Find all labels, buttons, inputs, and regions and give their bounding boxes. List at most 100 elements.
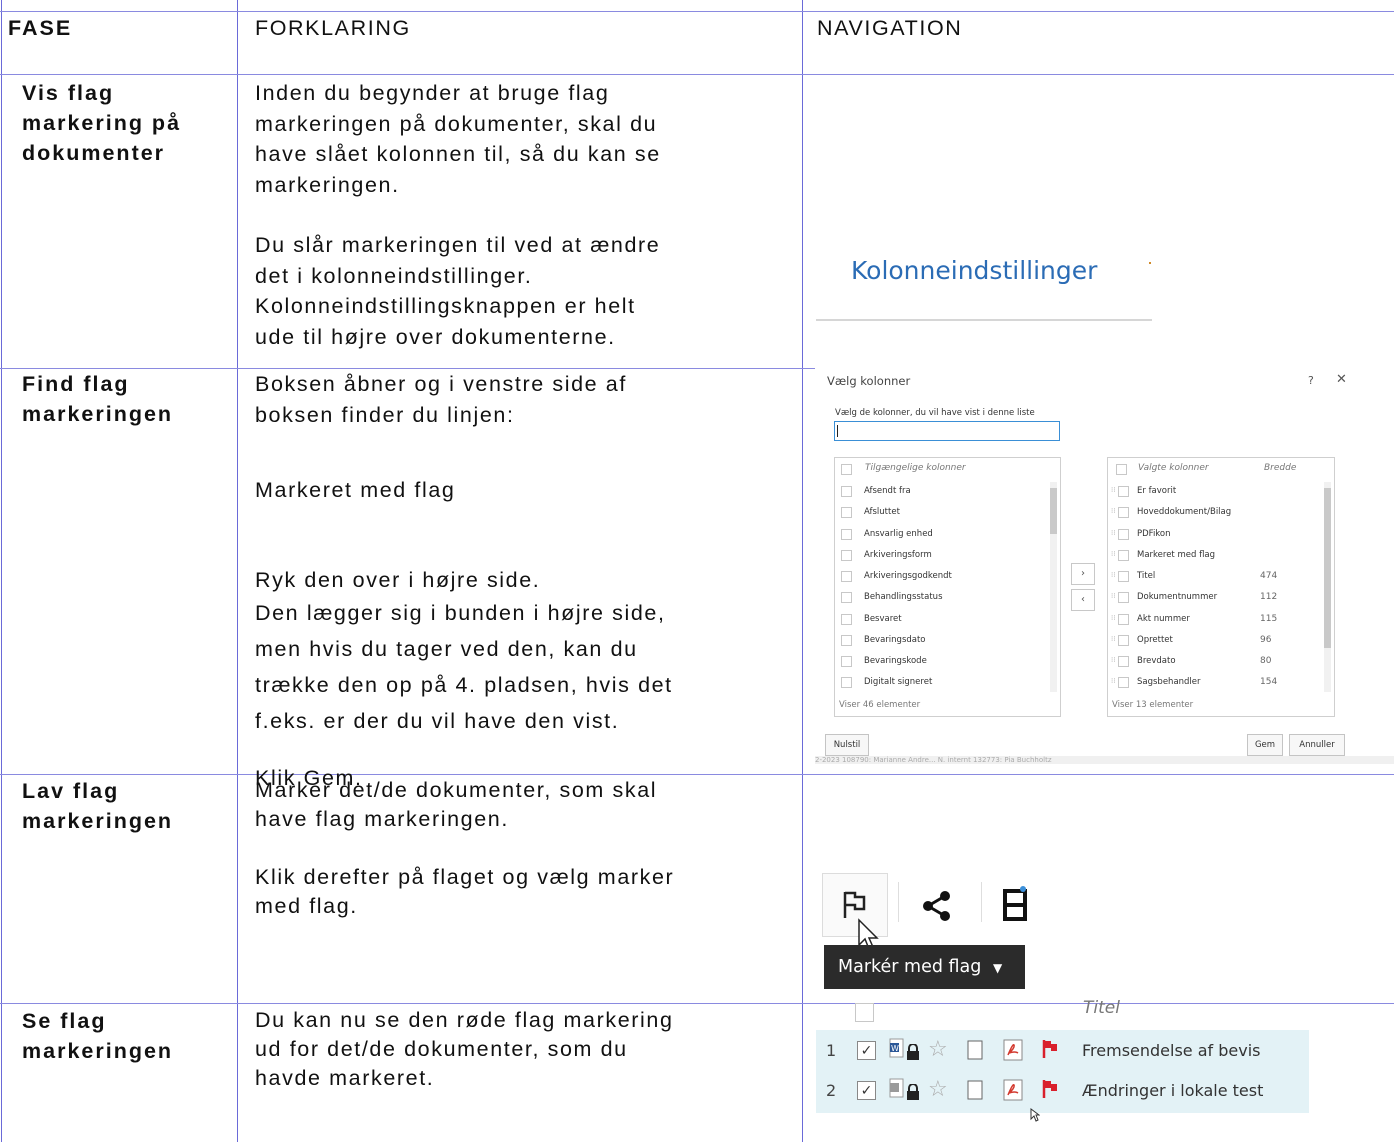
cancel-button[interactable]: Annuller — [1289, 734, 1345, 756]
selected-item[interactable]: Oprettet — [1137, 635, 1173, 645]
selected-item[interactable]: PDFikon — [1137, 529, 1171, 539]
selected-scrollbar[interactable] — [1324, 482, 1331, 692]
drag-handle-icon[interactable]: ⁞⁞ — [1111, 677, 1115, 685]
help-icon[interactable]: ? — [1308, 374, 1314, 387]
selected-item[interactable]: Er favorit — [1137, 486, 1176, 496]
main-document-icon — [967, 1080, 983, 1100]
available-checkbox[interactable] — [841, 635, 852, 646]
available-item[interactable]: Digitalt signeret — [864, 677, 932, 687]
list-row-checkbox[interactable]: ✓ — [857, 1081, 876, 1100]
close-icon[interactable]: ✕ — [1336, 372, 1347, 387]
print-icon[interactable] — [1003, 885, 1027, 925]
selected-checkbox[interactable] — [1118, 677, 1129, 688]
list-row-checkbox[interactable]: ✓ — [857, 1041, 876, 1060]
available-item[interactable]: Ansvarlig enhed — [864, 529, 933, 539]
available-columns-panel: Tilgængelige kolonner Afsendt fra Afslut… — [834, 457, 1061, 717]
selected-checkbox[interactable] — [1118, 550, 1129, 561]
drag-handle-icon[interactable]: ⁞⁞ — [1111, 592, 1115, 600]
row1-text2-line2: det i kolonneindstillinger. — [255, 263, 533, 288]
drag-handle-icon[interactable]: ⁞⁞ — [1111, 507, 1115, 515]
available-checkbox[interactable] — [841, 592, 852, 603]
available-checkbox[interactable] — [841, 550, 852, 561]
selected-item[interactable]: Akt nummer — [1137, 614, 1190, 624]
pdf-icon[interactable] — [1003, 1039, 1023, 1061]
selected-item-width[interactable]: 474 — [1260, 571, 1277, 581]
star-icon[interactable]: ☆ — [928, 1036, 948, 1062]
available-item[interactable]: Bevaringsdato — [864, 635, 926, 645]
move-left-button[interactable]: ‹ — [1071, 589, 1095, 611]
list-row-title[interactable]: Fremsendelse af bevis — [1082, 1041, 1261, 1060]
selected-columns-header: Valgte kolonner — [1138, 463, 1209, 473]
red-flag-icon[interactable] — [1041, 1039, 1059, 1059]
column-search-input[interactable] — [834, 421, 1060, 441]
available-checkbox[interactable] — [841, 677, 852, 688]
selected-checkbox[interactable] — [1118, 529, 1129, 540]
selected-checkbox[interactable] — [1118, 592, 1129, 603]
mark-with-flag-tooltip[interactable]: Markér med flag ▼ — [824, 945, 1025, 989]
available-checkbox[interactable] — [841, 571, 852, 582]
drag-handle-icon[interactable]: ⁞⁞ — [1111, 550, 1115, 558]
available-checkbox[interactable] — [841, 656, 852, 667]
row3-text1-line2: have flag markeringen. — [255, 807, 509, 831]
row4-fase: Se flag markeringen — [22, 1006, 173, 1066]
selected-checkbox[interactable] — [1118, 614, 1129, 625]
red-flag-icon[interactable] — [1041, 1079, 1059, 1099]
available-checkbox[interactable] — [841, 529, 852, 540]
row1-text2-line1: Du slår markeringen til ved at ændre — [255, 233, 661, 257]
available-select-all-checkbox[interactable] — [841, 464, 852, 475]
available-item[interactable]: Afsluttet — [864, 507, 900, 517]
drag-handle-icon[interactable]: ⁞⁞ — [1111, 635, 1115, 643]
move-right-button[interactable]: › — [1071, 563, 1095, 585]
list-select-all-checkbox[interactable] — [855, 1003, 874, 1022]
row1-fase: Vis flag markering på dokumenter — [22, 78, 181, 168]
selected-checkbox[interactable] — [1118, 571, 1129, 582]
selected-checkbox[interactable] — [1118, 635, 1129, 646]
available-scrollbar[interactable] — [1050, 482, 1057, 692]
available-item[interactable]: Behandlingsstatus — [864, 592, 943, 602]
selected-scroll-thumb[interactable] — [1324, 488, 1331, 648]
available-item[interactable]: Besvaret — [864, 614, 902, 624]
selected-checkbox[interactable] — [1118, 507, 1129, 518]
selected-select-all-checkbox[interactable] — [1116, 464, 1127, 475]
selected-item-width[interactable]: 115 — [1260, 614, 1277, 624]
drag-handle-icon[interactable]: ⁞⁞ — [1111, 571, 1115, 579]
available-checkbox[interactable] — [841, 507, 852, 518]
available-scroll-thumb[interactable] — [1050, 488, 1057, 534]
lock-icon — [907, 1044, 919, 1060]
row1-text1-line2: markeringen på dokumenter, skal du — [255, 111, 658, 136]
list-row-title[interactable]: Ændringer i lokale test — [1082, 1081, 1263, 1100]
selected-item[interactable]: Hoveddokument/Bilag — [1137, 507, 1231, 517]
available-item[interactable]: Arkiveringsgodkendt — [864, 571, 952, 581]
lock-icon — [907, 1084, 919, 1100]
selected-item[interactable]: Brevdato — [1137, 656, 1176, 666]
header-fase: FASE — [8, 16, 73, 40]
available-checkbox[interactable] — [841, 486, 852, 497]
selected-item[interactable]: Titel — [1137, 571, 1155, 581]
share-icon[interactable] — [921, 890, 953, 922]
selected-checkbox[interactable] — [1118, 656, 1129, 667]
star-icon[interactable]: ☆ — [928, 1076, 948, 1102]
selected-item[interactable]: Sagsbehandler — [1137, 677, 1201, 687]
available-checkbox[interactable] — [841, 614, 852, 625]
selected-item-width[interactable]: 154 — [1260, 677, 1277, 687]
save-button[interactable]: Gem — [1247, 734, 1283, 756]
available-item[interactable]: Afsendt fra — [864, 486, 911, 496]
drag-handle-icon[interactable]: ⁞⁞ — [1111, 486, 1115, 494]
available-item[interactable]: Arkiveringsform — [864, 550, 932, 560]
available-item[interactable]: Bevaringskode — [864, 656, 927, 666]
selected-item[interactable]: Markeret med flag — [1137, 550, 1215, 560]
reset-button[interactable]: Nulstil — [825, 734, 869, 756]
pdf-icon[interactable] — [1003, 1079, 1023, 1101]
drag-handle-icon[interactable]: ⁞⁞ — [1111, 656, 1115, 664]
row3-fase-line2: markeringen — [22, 809, 174, 833]
selected-item[interactable]: Dokumentnummer — [1137, 592, 1217, 602]
row4-text: Du kan nu se den røde flag markering ud … — [255, 1006, 674, 1093]
selected-item-width[interactable]: 112 — [1260, 592, 1277, 602]
kolonneindstillinger-link[interactable]: Kolonneindstillinger — [851, 256, 1097, 285]
drag-handle-icon[interactable]: ⁞⁞ — [1111, 614, 1115, 622]
width-header: Bredde — [1264, 463, 1297, 473]
selected-item-width[interactable]: 80 — [1260, 656, 1271, 666]
selected-item-width[interactable]: 96 — [1260, 635, 1271, 645]
selected-checkbox[interactable] — [1118, 486, 1129, 497]
drag-handle-icon[interactable]: ⁞⁞ — [1111, 529, 1115, 537]
